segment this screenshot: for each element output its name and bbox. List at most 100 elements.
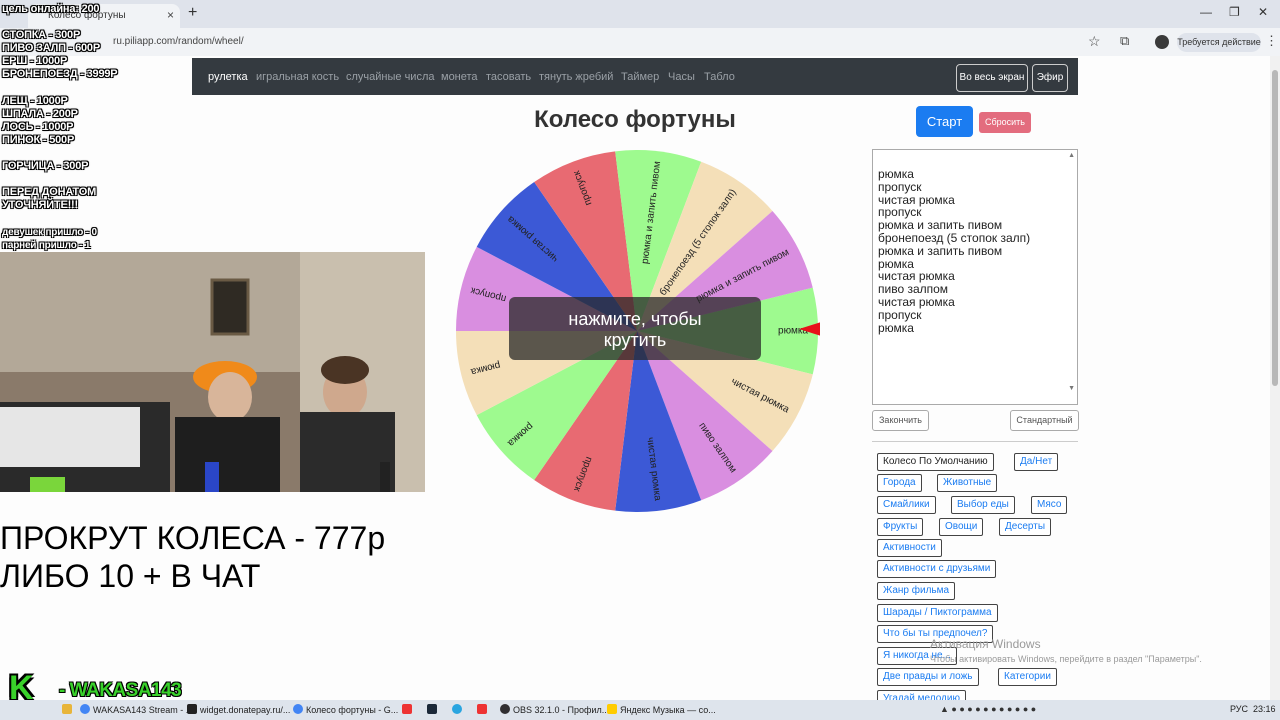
page-title: Колесо фортуны bbox=[534, 106, 736, 133]
nav-link-random-numbers[interactable]: случайные числа bbox=[346, 71, 434, 83]
entry-item: бронепоезд (5 стопок залп) bbox=[878, 230, 1031, 245]
preset-movie-genre[interactable]: Жанр фильма bbox=[877, 582, 956, 600]
brand-k-letter: K bbox=[9, 669, 34, 707]
entries-textarea[interactable]: рюмка пропуск чистая рюмка пропуск рюмка и з… bbox=[872, 149, 1078, 405]
reset-button[interactable]: Сбросить bbox=[979, 112, 1031, 133]
taskbar-steam-icon[interactable] bbox=[427, 702, 440, 718]
nav-link-scoreboard[interactable]: Табло bbox=[704, 71, 735, 83]
profile-avatar[interactable] bbox=[1155, 35, 1169, 49]
action-required-button[interactable]: Требуется действие bbox=[1177, 33, 1261, 52]
taskbar-item-donatepay[interactable]: widget.donatepay.ru/... bbox=[187, 702, 290, 718]
close-tab-icon[interactable]: × bbox=[167, 8, 174, 22]
entries-list: рюмка пропуск чистая рюмка пропуск рюмка и з… bbox=[878, 168, 1030, 334]
url-field[interactable]: ru.piliapp.com/random/wheel/ bbox=[113, 36, 244, 47]
nav-link-roulette[interactable]: рулетка bbox=[208, 71, 248, 83]
overlay-girls-count: девушек пришло - 0 bbox=[2, 227, 97, 238]
preset-food[interactable]: Выбор еды bbox=[951, 496, 1015, 514]
spin-price-text: ПРОКРУТ КОЛЕСА - 777р ЛИБО 10 + В ЧАТ bbox=[0, 519, 385, 595]
windows-activation-text: Чтобы активировать Windows, перейдите в … bbox=[930, 654, 1202, 664]
entry-item: рюмка bbox=[878, 320, 914, 335]
entry-item: пропуск bbox=[878, 307, 922, 322]
close-window-icon[interactable]: ✕ bbox=[1258, 5, 1268, 19]
spin-prompt-line2: крутить bbox=[603, 330, 667, 350]
windows-activation-title: Активация Windows bbox=[930, 637, 1041, 651]
preset-vegetables[interactable]: Овощи bbox=[939, 518, 984, 536]
preset-yes-no[interactable]: Да/Нет bbox=[1014, 453, 1059, 471]
system-tray[interactable]: ▲ ● ● ● ● ● ● ● ● ● ● ● bbox=[940, 704, 1036, 714]
overlay-price-2: ПИВО ЗАЛП - 600Р bbox=[2, 42, 100, 54]
wheel-segment-label: рюмка bbox=[778, 326, 808, 337]
entry-item: пропуск bbox=[878, 179, 922, 194]
brand-name: - WAKASA143 bbox=[59, 680, 182, 701]
scroll-up-icon[interactable]: ▲ bbox=[1068, 152, 1075, 159]
page-scrollbar[interactable] bbox=[1270, 56, 1280, 700]
overlay-note-1: ПЕРЕД ДОНАТОМ bbox=[2, 186, 97, 198]
finish-button[interactable]: Закончить bbox=[872, 410, 929, 431]
preset-categories[interactable]: Категории bbox=[998, 668, 1057, 686]
spin-prompt-line1: нажмите, чтобы bbox=[568, 309, 702, 329]
standard-button[interactable]: Стандартный bbox=[1010, 410, 1079, 431]
preset-smileys[interactable]: Смайлики bbox=[877, 496, 936, 514]
overlay-price-4: БРОНЕПОЕЗД - 3999Р bbox=[2, 68, 118, 80]
overlay-price-7: ЛОСЬ - 1000Р bbox=[2, 121, 74, 133]
taskbar-app-icon[interactable] bbox=[477, 702, 490, 718]
overlay-price-1: СТОПКА - 300Р bbox=[2, 29, 81, 41]
preset-activities[interactable]: Активности bbox=[877, 539, 942, 557]
preset-activities-friends[interactable]: Активности с друзьями bbox=[877, 560, 997, 578]
entry-item: рюмка bbox=[878, 167, 914, 181]
preset-default[interactable]: Колесо По Умолчанию bbox=[877, 453, 994, 471]
clock[interactable]: 23:16 bbox=[1253, 704, 1276, 714]
menu-kebab-icon[interactable]: ⋮ bbox=[1265, 33, 1278, 49]
preset-animals[interactable]: Животные bbox=[937, 474, 998, 492]
live-button[interactable]: Эфир bbox=[1032, 64, 1068, 92]
overlay-note-2: УТОЧНЯЙТЕ!!! bbox=[2, 199, 78, 211]
preset-guess-melody[interactable]: Угадай мелодию bbox=[877, 690, 966, 700]
overlay-price-3: ЕРШ - 1000Р bbox=[2, 55, 68, 67]
preset-fruits[interactable]: Фрукты bbox=[877, 518, 924, 536]
nav-link-timer[interactable]: Таймер bbox=[621, 71, 659, 83]
restore-icon[interactable]: ❐ bbox=[1229, 5, 1240, 19]
entry-item: чистая рюмка bbox=[878, 294, 955, 309]
scrollbar-thumb[interactable] bbox=[1272, 70, 1278, 386]
scroll-down-icon[interactable]: ▼ bbox=[1068, 385, 1075, 392]
site-navbar: рулетка игральная кость случайные числа … bbox=[192, 58, 1078, 95]
nav-link-shuffle[interactable]: тасовать bbox=[486, 71, 531, 83]
bookmark-star-icon[interactable]: ☆ bbox=[1088, 33, 1101, 50]
overlay-goal: цель онлайна: 200 bbox=[2, 3, 100, 15]
taskbar-item-music[interactable]: Яндекс Музыка — со... bbox=[607, 702, 716, 718]
extensions-icon[interactable]: ⧉ bbox=[1120, 33, 1129, 49]
spin-prompt[interactable]: нажмите, чтобы крутить bbox=[509, 297, 761, 360]
start-button[interactable]: Старт bbox=[916, 106, 973, 137]
divider bbox=[872, 441, 1078, 442]
spin-price-line1: ПРОКРУТ КОЛЕСА - 777р bbox=[0, 520, 386, 556]
nav-link-coin[interactable]: монета bbox=[441, 71, 478, 83]
overlay-price-5: ЛЕЩ - 1000Р bbox=[2, 95, 68, 107]
preset-desserts[interactable]: Десерты bbox=[999, 518, 1052, 536]
nav-link-draw-lots[interactable]: тянуть жребий bbox=[539, 71, 613, 83]
taskbar-explorer-icon[interactable] bbox=[62, 702, 75, 718]
preset-meat[interactable]: Мясо bbox=[1031, 496, 1068, 514]
nav-link-clock[interactable]: Часы bbox=[668, 71, 695, 83]
spin-price-line2: ЛИБО 10 + В ЧАТ bbox=[0, 558, 261, 594]
preset-two-truths[interactable]: Две правды и ложь bbox=[877, 668, 979, 686]
preset-cities[interactable]: Города bbox=[877, 474, 922, 492]
new-tab-icon[interactable]: + bbox=[188, 4, 197, 22]
language-indicator[interactable]: РУС bbox=[1230, 704, 1248, 714]
overlay-price-6: ШПАЛА - 200Р bbox=[2, 108, 78, 120]
taskbar-telegram-icon[interactable] bbox=[452, 702, 465, 718]
taskbar-yandex-icon[interactable] bbox=[402, 702, 415, 718]
webcam-feed bbox=[0, 252, 425, 492]
fullscreen-button[interactable]: Во весь экран bbox=[956, 64, 1028, 92]
windows-taskbar: WAKASA143 Stream - ... widget.donatepay.… bbox=[0, 700, 1280, 720]
nav-link-dice[interactable]: игральная кость bbox=[256, 71, 339, 83]
entry-item: рюмка и запить пивом bbox=[878, 243, 1003, 258]
taskbar-item-obs[interactable]: OBS 32.1.0 - Профил... bbox=[500, 702, 609, 718]
overlay-price-8: ПИНОК - 500Р bbox=[2, 134, 75, 146]
address-bar: ru.piliapp.com/random/wheel/ ☆ ⧉ Требует… bbox=[0, 28, 1280, 56]
taskbar-item-stream[interactable]: WAKASA143 Stream - ... bbox=[80, 702, 193, 718]
taskbar-item-wheel[interactable]: Колесо фортуны - G... bbox=[293, 702, 398, 718]
overlay-guys-count: парней пришло - 1 bbox=[2, 240, 91, 251]
preset-charades[interactable]: Шарады / Пиктограмма bbox=[877, 604, 998, 622]
minimize-icon[interactable]: — bbox=[1200, 5, 1212, 19]
overlay-mustard: ГОРЧИЦА - 300Р bbox=[2, 160, 89, 172]
